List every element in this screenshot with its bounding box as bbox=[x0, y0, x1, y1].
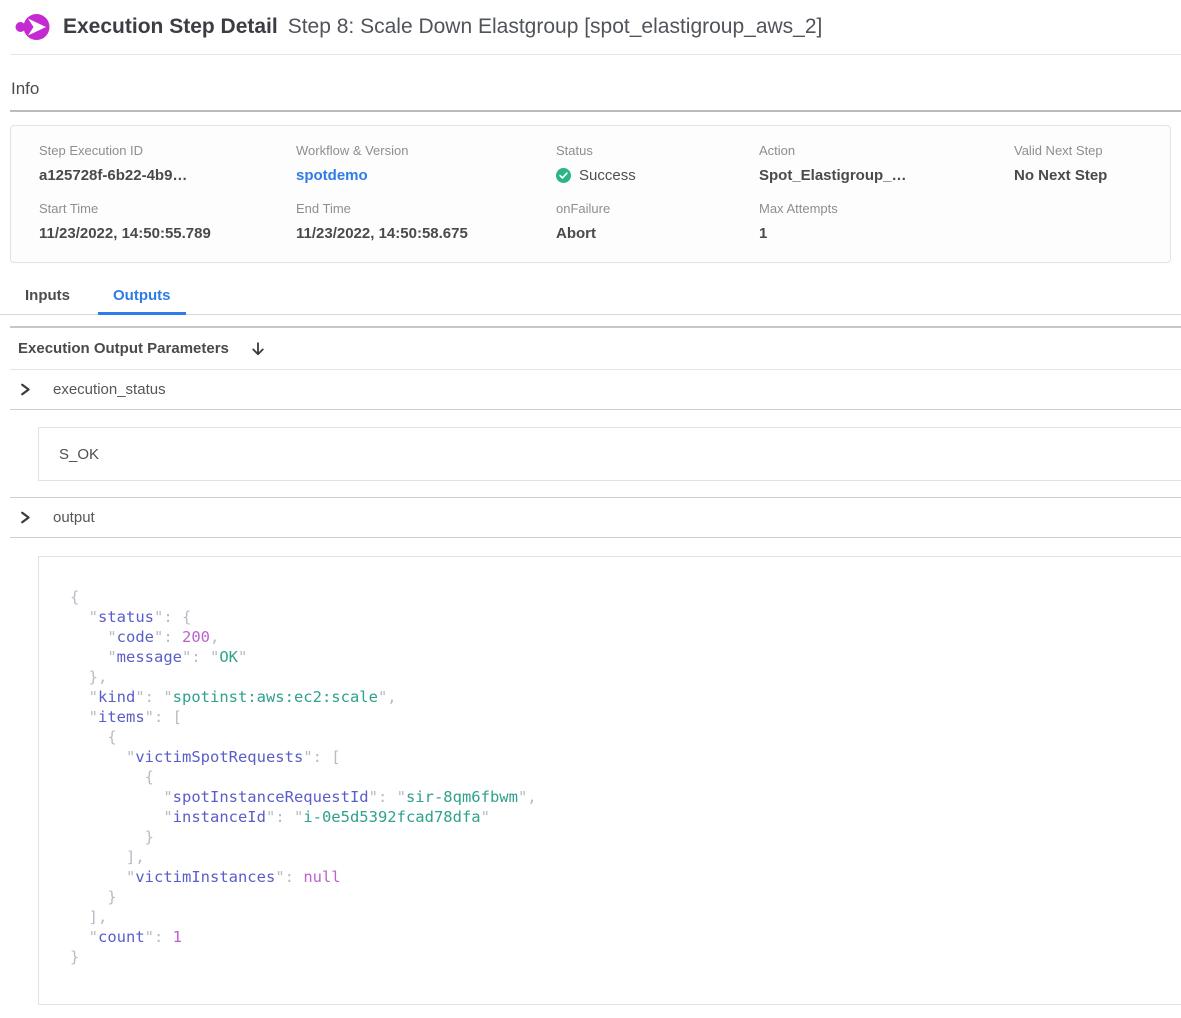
field-label: Valid Next Step bbox=[1014, 143, 1158, 158]
output-parameters-header: Execution Output Parameters bbox=[0, 328, 1181, 369]
field-status: Status Success bbox=[556, 143, 759, 184]
field-end-time: End Time 11/23/2022, 14:50:58.675 bbox=[296, 201, 556, 242]
tab-outputs[interactable]: Outputs bbox=[98, 277, 186, 314]
tabs-bar: Inputs Outputs bbox=[0, 277, 1181, 315]
field-label: Action bbox=[759, 143, 1002, 158]
field-label: Workflow & Version bbox=[296, 143, 544, 158]
app-logo-icon bbox=[15, 12, 51, 42]
info-card: Step Execution ID a125728f-6b22-4b9… Wor… bbox=[10, 125, 1171, 263]
output-parameters-title: Execution Output Parameters bbox=[18, 340, 229, 357]
field-on-failure: onFailure Abort bbox=[556, 201, 759, 242]
status-value: Success bbox=[556, 167, 747, 184]
field-label: End Time bbox=[296, 201, 544, 216]
execution-status-value: S_OK bbox=[59, 446, 99, 463]
download-arrow-icon bbox=[250, 341, 266, 357]
chevron-right-icon bbox=[18, 510, 32, 525]
field-value: No Next Step bbox=[1014, 167, 1158, 184]
page-subtitle: Step 8: Scale Down Elastgroup [spot_elas… bbox=[288, 15, 823, 39]
spacer bbox=[0, 315, 1181, 326]
field-value: 11/23/2022, 14:50:55.789 bbox=[39, 225, 284, 242]
field-value: a125728f-6b22-4b9… bbox=[39, 167, 284, 184]
field-action: Action Spot_Elastigroup_… bbox=[759, 143, 1014, 184]
success-check-icon bbox=[556, 168, 571, 183]
download-outputs-button[interactable] bbox=[250, 341, 266, 357]
field-label: Step Execution ID bbox=[39, 143, 284, 158]
info-section-title: Info bbox=[11, 79, 1181, 99]
divider bbox=[10, 537, 1181, 538]
info-divider bbox=[10, 110, 1181, 112]
field-step-execution-id: Step Execution ID a125728f-6b22-4b9… bbox=[39, 143, 296, 184]
field-valid-next-step: Valid Next Step No Next Step bbox=[1014, 143, 1170, 184]
app-header: Execution Step Detail Step 8: Scale Down… bbox=[0, 0, 1181, 54]
page-title: Execution Step Detail bbox=[63, 15, 278, 39]
field-label: onFailure bbox=[556, 201, 747, 216]
group-name: output bbox=[53, 509, 95, 526]
field-value: Abort bbox=[556, 225, 747, 242]
field-start-time: Start Time 11/23/2022, 14:50:55.789 bbox=[39, 201, 296, 242]
divider bbox=[10, 409, 1181, 410]
workflow-link[interactable]: spotdemo bbox=[296, 167, 544, 184]
field-empty bbox=[1014, 201, 1170, 242]
chevron-right-icon bbox=[18, 382, 32, 397]
field-label: Status bbox=[556, 143, 747, 158]
spacer bbox=[0, 481, 1181, 497]
group-row-execution-status[interactable]: execution_status bbox=[0, 370, 1181, 409]
json-code: { "status": { "code": 200, "message": "O… bbox=[70, 587, 1172, 967]
group-row-output[interactable]: output bbox=[0, 498, 1181, 537]
execution-status-value-box: S_OK bbox=[38, 427, 1181, 481]
field-value: 11/23/2022, 14:50:58.675 bbox=[296, 225, 544, 242]
tab-inputs[interactable]: Inputs bbox=[10, 277, 85, 314]
field-label: Start Time bbox=[39, 201, 284, 216]
group-name: execution_status bbox=[53, 381, 166, 398]
field-max-attempts: Max Attempts 1 bbox=[759, 201, 1014, 242]
field-label: Max Attempts bbox=[759, 201, 1002, 216]
field-workflow-version: Workflow & Version spotdemo bbox=[296, 143, 556, 184]
output-json-viewer: { "status": { "code": 200, "message": "O… bbox=[38, 556, 1181, 1005]
field-value: Spot_Elastigroup_… bbox=[759, 167, 1002, 184]
field-value: 1 bbox=[759, 225, 1002, 242]
status-badge: Success bbox=[579, 167, 636, 184]
header-divider bbox=[10, 54, 1181, 55]
